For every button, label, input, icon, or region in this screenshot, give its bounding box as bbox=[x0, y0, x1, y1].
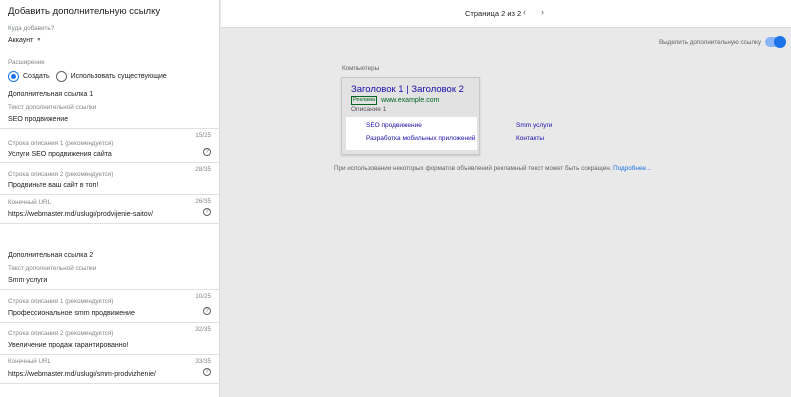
divider bbox=[0, 354, 219, 355]
sitelink-2-url-input[interactable]: https://webmaster.md/uslugi/smm-prodvizh… bbox=[8, 371, 156, 378]
sitelink-2-desc1-label: Строка описания 1 (рекомендуется) bbox=[8, 298, 114, 305]
sitelink-2-desc2-counter: 32/35 bbox=[195, 326, 211, 333]
panel-title: Добавить дополнительную ссылку bbox=[8, 6, 161, 17]
sitelink-1-desc1-label: Строка описания 1 (рекомендуется) bbox=[8, 140, 114, 147]
chevron-down-icon: ▼ bbox=[36, 37, 42, 44]
sitelink-1-heading: Дополнительная ссылка 1 bbox=[8, 91, 94, 98]
ad-preview: Заголовок 1 | Заголовок 2 Реклама www.ex… bbox=[341, 77, 552, 155]
sitelink-1-desc2-input[interactable]: Продвиньте ваш сайт в топ! bbox=[8, 182, 98, 189]
page-indicator: Страница 2 из 2 bbox=[465, 9, 522, 18]
ad-sitelink: Разработка мобильных приложений bbox=[366, 135, 476, 142]
sitelink-1-desc2-counter: 28/35 bbox=[195, 166, 211, 173]
divider bbox=[0, 162, 219, 163]
highlight-sitelink-toggle[interactable] bbox=[765, 36, 786, 48]
divider bbox=[0, 322, 219, 323]
where-label: Куда добавить? bbox=[8, 25, 55, 32]
extension-radio-group: Создать Использовать существующие bbox=[8, 71, 173, 82]
sitelink-2-desc2-label: Строка описания 2 (рекомендуется) bbox=[8, 330, 114, 337]
help-icon[interactable]: ? bbox=[203, 368, 211, 376]
divider bbox=[0, 194, 219, 195]
device-label: Компьютеры bbox=[342, 65, 380, 72]
sitelink-2-url-label: Конечный URL bbox=[8, 358, 52, 365]
next-page-button[interactable]: › bbox=[541, 7, 544, 17]
sitelink-1-desc1-counter: 15/25 bbox=[195, 132, 211, 139]
highlight-sitelink-row: Выделить дополнительную ссылку bbox=[658, 36, 786, 48]
chevron-left-icon: ‹ bbox=[523, 7, 526, 17]
sitelink-1-text-label: Текст дополнительной ссылки bbox=[8, 104, 97, 111]
sitelink-1-url-label: Конечный URL bbox=[8, 199, 52, 206]
ad-headline: Заголовок 1 | Заголовок 2 bbox=[351, 84, 464, 95]
highlight-sitelink-label: Выделить дополнительную ссылку bbox=[658, 38, 761, 46]
sitelink-1-desc1-input[interactable]: Услуги SEO продвижения сайта bbox=[8, 151, 112, 158]
sitelink-2-heading: Дополнительная ссылка 2 bbox=[8, 252, 94, 259]
help-icon[interactable]: ? bbox=[203, 148, 211, 156]
ad-sitelink: SEO продвижение bbox=[366, 122, 422, 129]
sitelink-1-url-input[interactable]: https://webmaster.md/uslugi/prodvijenie-… bbox=[8, 211, 153, 218]
radio-create-label: Создать bbox=[23, 73, 50, 80]
truncation-notice: При использовании некоторых форматов объ… bbox=[334, 165, 651, 172]
ad-display-url: www.example.com bbox=[381, 97, 440, 104]
ad-url-row: Реклама www.example.com bbox=[351, 96, 439, 105]
sitelink-1-desc2-label: Строка описания 2 (рекомендуется) bbox=[8, 171, 114, 178]
ad-description: Описание 1 bbox=[351, 106, 387, 113]
extension-label: Расширение bbox=[8, 59, 45, 66]
sitelink-2-desc2-input[interactable]: Увеличение продаж гарантированно! bbox=[8, 342, 128, 349]
ad-badge: Реклама bbox=[351, 96, 378, 105]
ad-sitelink: Smm услуги bbox=[516, 122, 553, 129]
where-dropdown[interactable]: Аккаунт ▼ bbox=[8, 37, 41, 44]
sitelink-2-desc1-counter: 10/25 bbox=[195, 293, 211, 300]
help-icon[interactable]: ? bbox=[203, 307, 211, 315]
chevron-right-icon: › bbox=[541, 7, 544, 17]
sitelink-1-url-counter: 26/35 bbox=[195, 198, 211, 205]
divider bbox=[0, 128, 219, 129]
sitelink-2-url-counter: 33/35 bbox=[195, 358, 211, 365]
ad-sitelinks: SEO продвижение Smm услуги Разработка мо… bbox=[346, 117, 552, 150]
help-icon[interactable]: ? bbox=[203, 208, 211, 216]
notice-text: При использовании некоторых форматов объ… bbox=[334, 165, 614, 172]
divider bbox=[0, 223, 219, 224]
sitelink-form-panel: Добавить дополнительную ссылку Куда доба… bbox=[0, 0, 220, 397]
divider bbox=[0, 383, 219, 384]
radio-use-existing-label: Использовать существующие bbox=[70, 73, 167, 80]
radio-create[interactable] bbox=[8, 71, 19, 82]
ad-sitelink: Контакты bbox=[516, 135, 545, 142]
divider bbox=[0, 289, 219, 290]
sitelink-1-text-input[interactable]: SEO продвижение bbox=[8, 116, 68, 123]
where-value: Аккаунт bbox=[8, 37, 34, 44]
prev-page-button[interactable]: ‹ bbox=[523, 7, 526, 17]
sitelink-2-desc1-input[interactable]: Профессиональное smm продвижение bbox=[8, 310, 135, 317]
preview-toolbar: Страница 2 из 2 ‹ › bbox=[221, 0, 791, 28]
sitelink-2-text-label: Текст дополнительной ссылки bbox=[8, 265, 97, 272]
sitelink-2-text-input[interactable]: Smm услуги bbox=[8, 277, 47, 284]
radio-use-existing[interactable] bbox=[55, 71, 67, 82]
learn-more-link[interactable]: Подробнее... bbox=[613, 165, 651, 172]
